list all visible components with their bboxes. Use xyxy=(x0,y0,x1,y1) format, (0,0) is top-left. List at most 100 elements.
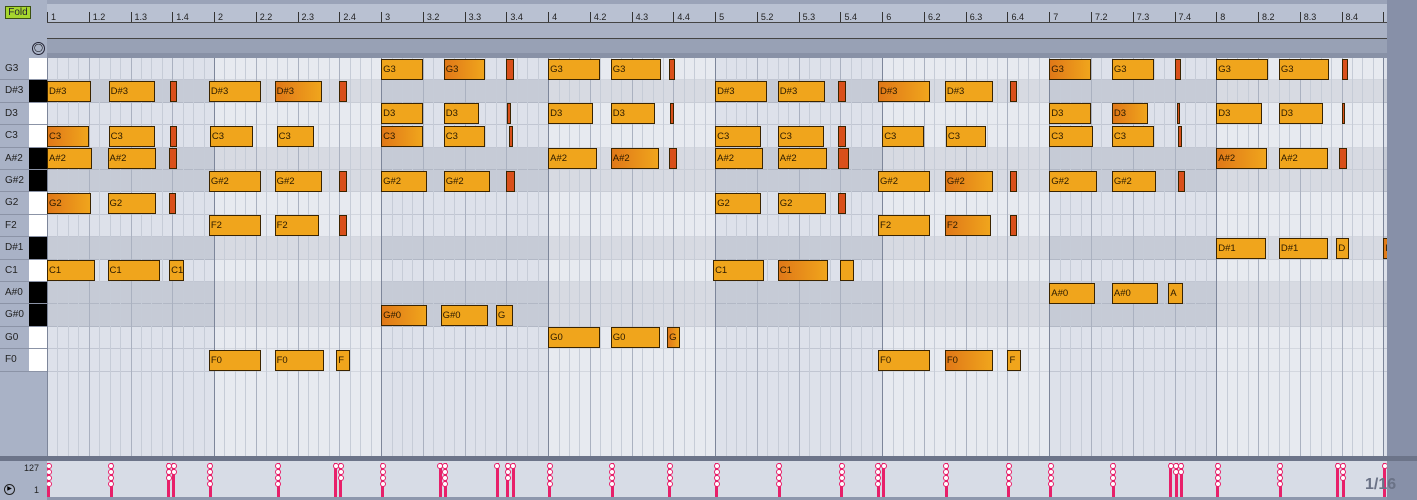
time-ruler[interactable]: 1 1.2 1.3 1.4 2 2.2 2.3 2.4 3 3.2 3.3 3.4 4 4.2 4.3 4.4… xyxy=(47,0,1392,24)
velocity-handle[interactable] xyxy=(838,481,845,487)
black-key[interactable] xyxy=(29,304,47,326)
velocity-handle[interactable] xyxy=(494,463,501,469)
key-row[interactable]: A#2 xyxy=(0,147,47,170)
velocity-stem[interactable] xyxy=(47,463,52,497)
midi-note[interactable]: G2 xyxy=(715,192,762,214)
midi-note[interactable]: G#2 xyxy=(381,170,427,192)
velocity-handle[interactable] xyxy=(880,463,887,469)
velocity-stem[interactable] xyxy=(546,463,553,497)
black-key[interactable] xyxy=(29,147,47,169)
midi-note[interactable]: D3 xyxy=(548,103,593,125)
midi-note[interactable]: C1 xyxy=(107,260,160,282)
midi-note[interactable]: D#3 xyxy=(777,80,825,102)
midi-note[interactable]: D#3 xyxy=(878,80,931,102)
midi-note[interactable]: G2 xyxy=(777,192,826,214)
midi-note[interactable]: F2 xyxy=(274,215,320,237)
velocity-handle[interactable] xyxy=(504,475,511,481)
midi-note[interactable]: G#0 xyxy=(440,304,488,326)
velocity-stem[interactable] xyxy=(1173,463,1180,497)
midi-note[interactable]: C1 xyxy=(777,260,828,282)
velocity-handle[interactable] xyxy=(207,481,214,487)
velocity-stem[interactable] xyxy=(713,463,720,497)
midi-note[interactable] xyxy=(1177,170,1185,192)
midi-note[interactable] xyxy=(838,125,846,147)
preview-play-icon[interactable]: ▶ xyxy=(4,484,15,495)
midi-note[interactable] xyxy=(669,148,677,170)
midi-note[interactable]: G0 xyxy=(548,327,601,349)
key-row[interactable]: G#2 xyxy=(0,170,47,193)
midi-note[interactable]: F0 xyxy=(878,349,931,371)
midi-note[interactable]: F0 xyxy=(208,349,261,371)
midi-note[interactable]: F xyxy=(1007,349,1022,371)
midi-note[interactable] xyxy=(670,103,675,125)
midi-note[interactable] xyxy=(1339,148,1347,170)
midi-note[interactable]: G3 xyxy=(1049,58,1091,80)
midi-note[interactable]: D xyxy=(1336,237,1349,259)
velocity-stem[interactable] xyxy=(838,463,845,497)
midi-note[interactable]: A#2 xyxy=(1216,148,1268,170)
black-key[interactable] xyxy=(29,170,47,192)
midi-note[interactable]: D3 xyxy=(381,103,423,125)
midi-note[interactable]: A#2 xyxy=(548,148,598,170)
headphones-preview-icon[interactable]: ◯ xyxy=(32,42,45,55)
midi-note[interactable] xyxy=(339,215,347,237)
midi-note[interactable] xyxy=(838,192,846,214)
key-row[interactable]: C1 xyxy=(0,259,47,282)
white-key[interactable] xyxy=(29,326,47,349)
velocity-handle[interactable] xyxy=(1340,475,1347,481)
midi-note[interactable] xyxy=(1176,103,1180,125)
midi-note[interactable] xyxy=(840,260,854,282)
velocity-stem[interactable] xyxy=(666,463,673,497)
midi-note[interactable]: C1 xyxy=(169,260,184,282)
midi-note[interactable]: G#2 xyxy=(443,170,490,192)
black-key[interactable] xyxy=(29,80,47,102)
midi-note[interactable]: A#2 xyxy=(715,148,764,170)
velocity-stem[interactable] xyxy=(437,463,443,497)
midi-note[interactable]: C3 xyxy=(777,125,824,147)
midi-note[interactable]: C3 xyxy=(945,125,986,147)
midi-note[interactable] xyxy=(169,148,178,170)
midi-note[interactable]: G xyxy=(495,304,513,326)
midi-note[interactable]: D#3 xyxy=(715,80,768,102)
key-row[interactable]: G3 xyxy=(0,58,47,81)
black-key[interactable] xyxy=(29,237,47,259)
key-row[interactable]: D#3 xyxy=(0,80,47,103)
velocity-handle[interactable] xyxy=(943,481,950,487)
midi-note[interactable]: C3 xyxy=(1049,125,1094,147)
velocity-handle[interactable] xyxy=(1277,481,1284,487)
black-key[interactable] xyxy=(29,282,47,304)
midi-note[interactable]: G#0 xyxy=(381,304,427,326)
midi-note[interactable]: A#0 xyxy=(1111,282,1158,304)
key-row[interactable]: G0 xyxy=(0,326,47,350)
midi-note[interactable]: G#2 xyxy=(274,170,322,192)
midi-note[interactable]: C3 xyxy=(882,125,924,147)
velocity-handle[interactable] xyxy=(546,481,553,487)
velocity-stem[interactable] xyxy=(510,463,517,497)
midi-note[interactable]: G#2 xyxy=(944,170,993,192)
midi-note[interactable] xyxy=(339,80,347,102)
velocity-stem[interactable] xyxy=(165,463,172,497)
midi-note[interactable]: G3 xyxy=(1216,58,1269,80)
midi-note[interactable]: G#2 xyxy=(1049,170,1098,192)
midi-note[interactable]: G3 xyxy=(1111,58,1154,80)
velocity-stem[interactable] xyxy=(1110,463,1117,497)
loop-brace[interactable] xyxy=(47,22,1387,39)
midi-note[interactable] xyxy=(507,103,511,125)
velocity-handle[interactable] xyxy=(510,463,517,469)
midi-note[interactable]: D#3 xyxy=(208,80,261,102)
midi-note[interactable]: C1 xyxy=(713,260,765,282)
velocity-handle[interactable] xyxy=(379,481,386,487)
midi-note[interactable] xyxy=(169,192,177,214)
velocity-stem[interactable] xyxy=(170,463,177,497)
key-row[interactable]: A#0 xyxy=(0,282,47,305)
midi-note[interactable]: G3 xyxy=(548,58,601,80)
velocity-stem[interactable] xyxy=(609,463,616,497)
velocity-handle[interactable] xyxy=(47,481,52,487)
white-key[interactable] xyxy=(29,125,47,147)
velocity-stem[interactable] xyxy=(207,463,214,497)
velocity-stem[interactable] xyxy=(275,463,282,497)
velocity-stem[interactable] xyxy=(442,463,449,497)
velocity-handle[interactable] xyxy=(337,475,344,481)
midi-note[interactable]: A#2 xyxy=(47,148,92,170)
midi-note[interactable]: A#0 xyxy=(1049,282,1096,304)
